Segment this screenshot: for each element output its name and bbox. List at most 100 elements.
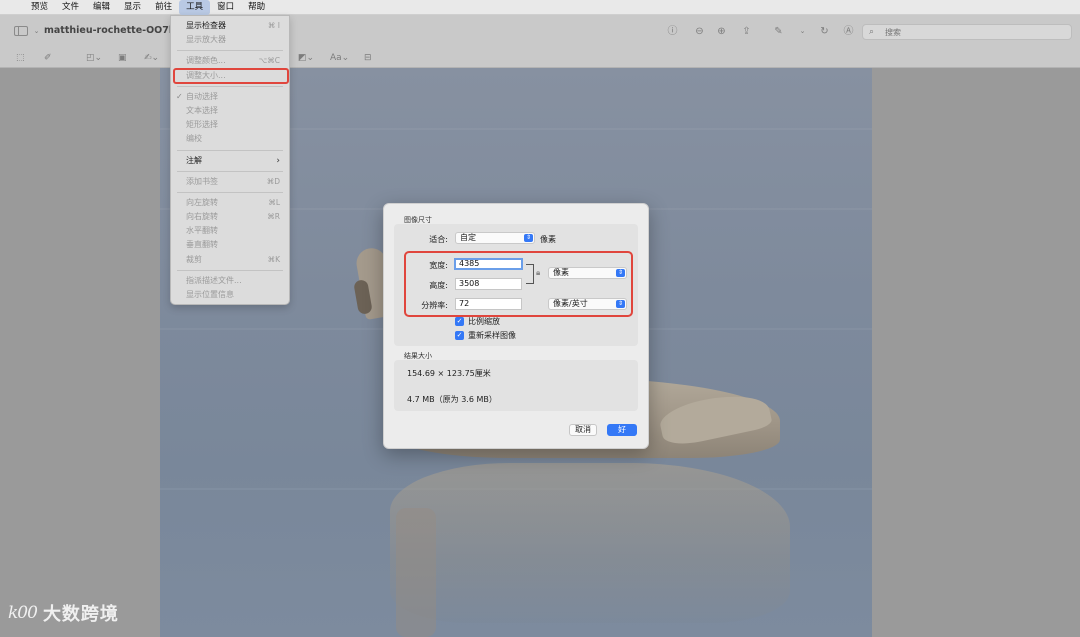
menu-separator bbox=[177, 170, 283, 172]
menu-item-flip-horizontal[interactable]: 水平翻转 bbox=[171, 224, 289, 238]
toolbar-top-row: ⌄ matthieu-rochette-OO7k3U ⓘ ⊖ ⊕ ⇪ ✎ ⌄ ↻… bbox=[0, 15, 1080, 49]
menu-item-rotate-right[interactable]: 向右旋转 ⌘R bbox=[171, 210, 289, 224]
document-title: matthieu-rochette-OO7k3U bbox=[44, 25, 190, 36]
resize-dialog: 图像尺寸 适合: 自定 ⇕ 像素 宽度: 4385 高度: 3508 🔒︎ 像素… bbox=[383, 203, 649, 449]
result-dimensions: 154.69 × 123.75厘米 bbox=[407, 369, 491, 378]
popup-stepper-icon: ⇕ bbox=[616, 300, 625, 308]
chevron-down-icon[interactable]: ⌄ bbox=[30, 25, 43, 38]
menu-edit[interactable]: 编辑 bbox=[86, 0, 117, 15]
fit-unit-label: 像素 bbox=[540, 235, 556, 244]
scale-proportionally-checkbox[interactable]: ✓ 比例缩放 bbox=[455, 316, 500, 327]
sidebar-icon[interactable] bbox=[14, 26, 28, 36]
menu-item-rotate-left[interactable]: 向左旋转 ⌘L bbox=[171, 196, 289, 210]
lock-icon[interactable]: 🔒︎ bbox=[536, 268, 540, 278]
menu-item-auto-select[interactable]: ✓ 自动选择 bbox=[171, 90, 289, 104]
menu-item-label: 向左旋转 bbox=[186, 197, 218, 207]
menu-tools[interactable]: 工具 bbox=[179, 0, 211, 15]
menu-item-annotate[interactable]: 注解 › bbox=[171, 154, 289, 168]
menu-item-text-select[interactable]: 文本选择 bbox=[171, 104, 289, 118]
menu-item-shortcut: ⌘K bbox=[267, 254, 280, 264]
chevron-right-icon: › bbox=[276, 155, 280, 166]
text-icon[interactable]: ▣ bbox=[118, 52, 127, 64]
menu-item-flip-vertical[interactable]: 垂直翻转 bbox=[171, 238, 289, 252]
resample-image-checkbox[interactable]: ✓ 重新采样图像 bbox=[455, 330, 516, 341]
zoom-out-icon[interactable]: ⊖ bbox=[693, 25, 706, 38]
ok-button[interactable]: 好 bbox=[607, 424, 637, 436]
selection-icon[interactable]: ⬚ bbox=[16, 52, 25, 64]
menu-file[interactable]: 文件 bbox=[55, 0, 86, 15]
menu-preview[interactable]: 预览 bbox=[24, 0, 55, 15]
menu-item-crop[interactable]: 裁剪 ⌘K bbox=[171, 253, 289, 267]
fit-popup[interactable]: 自定 ⇕ bbox=[455, 232, 535, 244]
markup-icon[interactable]: ✎ bbox=[772, 25, 785, 38]
menu-view[interactable]: 显示 bbox=[117, 0, 148, 15]
height-field[interactable]: 3508 bbox=[455, 278, 522, 290]
menu-item-rect-select[interactable]: 矩形选择 bbox=[171, 118, 289, 132]
annotate-icon[interactable]: Ⓐ bbox=[842, 25, 855, 38]
fit-label: 适合: bbox=[429, 235, 448, 244]
search-icon: ⌕ bbox=[869, 27, 875, 37]
menu-separator bbox=[177, 269, 283, 271]
menu-separator bbox=[177, 191, 283, 193]
search-input[interactable] bbox=[885, 26, 1065, 38]
font-icon[interactable]: Aa⌄ bbox=[330, 52, 349, 64]
menu-item-show-magnifier[interactable]: 显示放大器 bbox=[171, 33, 289, 47]
neck-reflection bbox=[396, 508, 436, 637]
menu-item-shortcut: ⌘ I bbox=[267, 21, 280, 30]
cancel-button[interactable]: 取消 bbox=[569, 424, 597, 436]
watermark-logo: k00 bbox=[8, 603, 38, 623]
chevron-down-icon[interactable]: ⌄ bbox=[796, 25, 809, 38]
menu-item-show-inspector[interactable]: 显示检查器 ⌘ I bbox=[171, 19, 289, 33]
resolution-field[interactable]: 72 bbox=[455, 298, 522, 310]
search-field[interactable]: ⌕ bbox=[862, 24, 1072, 40]
menu-item-add-bookmark[interactable]: 添加书签 ⌘D bbox=[171, 175, 289, 189]
menu-item-label: 指派描述文件... bbox=[186, 275, 242, 285]
menu-item-show-location[interactable]: 显示位置信息 bbox=[171, 288, 289, 302]
menu-help[interactable]: 帮助 bbox=[241, 0, 272, 15]
menu-window[interactable]: 窗口 bbox=[210, 0, 241, 15]
adjust-color-icon[interactable]: ◩⌄ bbox=[298, 52, 314, 64]
checkbox-label: 比例缩放 bbox=[468, 317, 500, 326]
menu-item-label: 显示检查器 bbox=[186, 21, 226, 30]
size-unit-popup[interactable]: 像素 ⇕ bbox=[548, 267, 627, 279]
resolution-label: 分辨率: bbox=[421, 301, 448, 310]
shape-icon[interactable]: ◰⌄ bbox=[86, 52, 102, 64]
menu-item-label: 添加书签 bbox=[186, 176, 218, 186]
share-icon[interactable]: ⇪ bbox=[740, 25, 753, 38]
menu-separator bbox=[177, 149, 283, 151]
menu-separator bbox=[177, 85, 283, 87]
rotate-icon[interactable]: ↻ bbox=[818, 25, 831, 38]
info-icon[interactable]: ⓘ bbox=[666, 25, 679, 38]
menu-bar: 预览 文件 编辑 显示 前往 工具 窗口 帮助 bbox=[0, 0, 1080, 15]
resolution-unit-value: 像素/英寸 bbox=[553, 299, 588, 308]
watermark: k00 大数跨境 bbox=[8, 600, 119, 626]
menu-item-redact[interactable]: 编校 bbox=[171, 132, 289, 146]
swan-reflection bbox=[390, 463, 790, 623]
sign-icon[interactable]: ✍⌄ bbox=[144, 52, 159, 64]
comment-icon[interactable]: ⊟ bbox=[364, 52, 372, 64]
menu-item-label: 裁剪 bbox=[186, 254, 202, 264]
menu-item-label: 编校 bbox=[186, 134, 202, 144]
resolution-unit-popup[interactable]: 像素/英寸 ⇕ bbox=[548, 298, 627, 310]
checkmark-icon: ✓ bbox=[455, 331, 464, 340]
zoom-in-icon[interactable]: ⊕ bbox=[715, 25, 728, 38]
checkmark-icon: ✓ bbox=[455, 317, 464, 326]
menu-item-assign-profile[interactable]: 指派描述文件... bbox=[171, 274, 289, 288]
highlight-annotation bbox=[173, 68, 289, 84]
menu-item-adjust-color[interactable]: 调整颜色... ⌥⌘C bbox=[171, 54, 289, 68]
menu-item-label: 水平翻转 bbox=[186, 226, 218, 236]
fit-value: 自定 bbox=[460, 233, 476, 242]
toolbar: ⌄ matthieu-rochette-OO7k3U ⓘ ⊖ ⊕ ⇪ ✎ ⌄ ↻… bbox=[0, 15, 1080, 68]
sketch-icon[interactable]: ✐ bbox=[44, 52, 52, 64]
tools-menu: 显示检查器 ⌘ I 显示放大器 调整颜色... ⌥⌘C 调整大小... ✓ 自动… bbox=[170, 15, 290, 305]
menu-item-shortcut: ⌘D bbox=[266, 176, 280, 186]
width-field[interactable]: 4385 bbox=[454, 258, 523, 270]
menu-item-label: 自动选择 bbox=[186, 91, 218, 101]
markup-toolbar: ⬚ ✐ ◰⌄ ▣ ✍⌄ ◩⌄ Aa⌄ ⊟ bbox=[0, 49, 1080, 68]
menu-separator bbox=[177, 50, 283, 52]
height-label: 高度: bbox=[429, 281, 448, 290]
menu-item-label: 显示位置信息 bbox=[186, 290, 234, 299]
menu-item-label: 注解 bbox=[186, 155, 202, 165]
menu-go[interactable]: 前往 bbox=[148, 0, 179, 15]
popup-stepper-icon: ⇕ bbox=[524, 234, 533, 242]
